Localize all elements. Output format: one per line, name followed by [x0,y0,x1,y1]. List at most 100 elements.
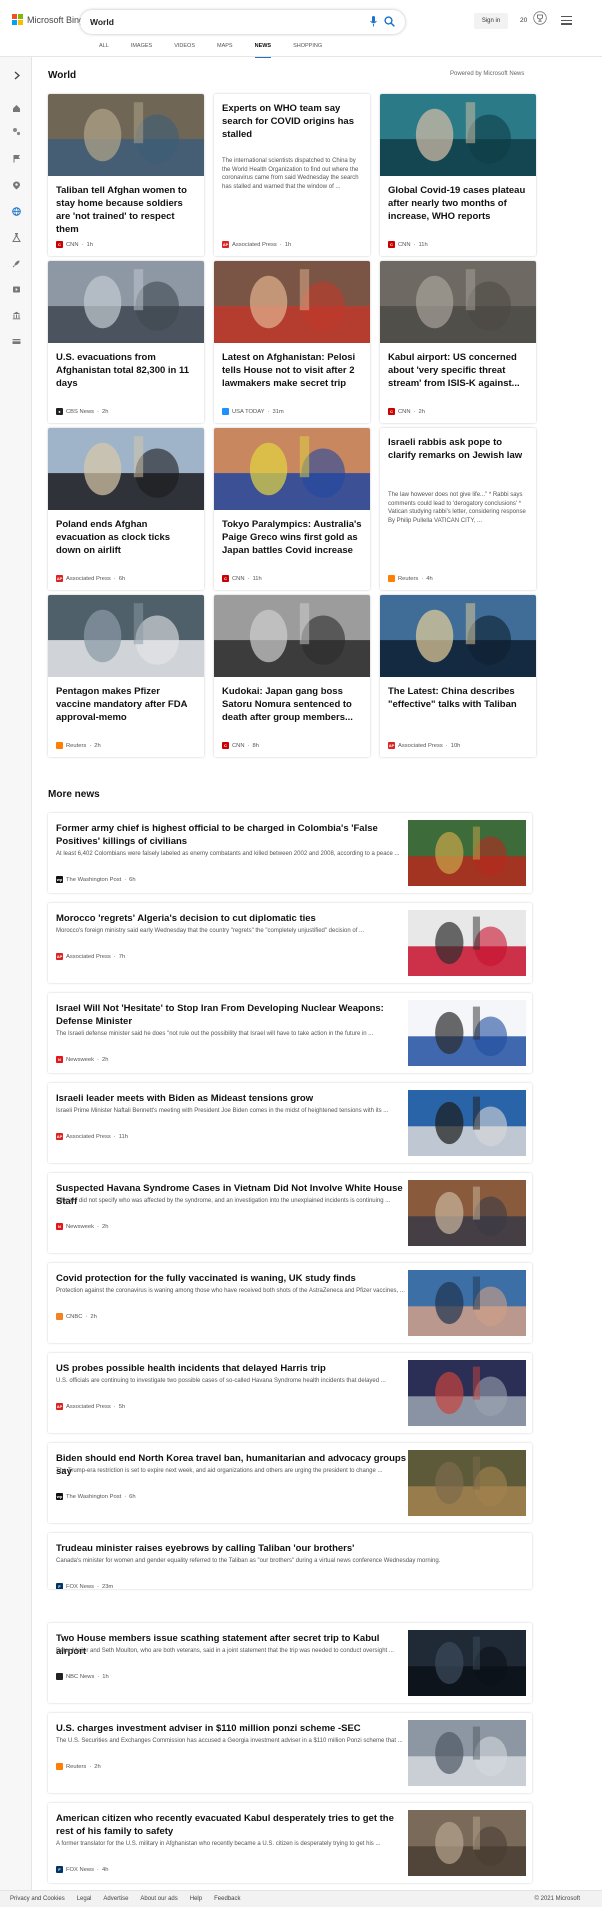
more-news-item[interactable]: American citizen who recently evacuated … [48,1803,532,1883]
news-title[interactable]: Morocco 'regrets' Algeria's decision to … [56,912,408,925]
card-image[interactable] [214,261,370,343]
science-icon[interactable] [10,231,22,243]
search-icon[interactable] [384,16,395,27]
source-name[interactable]: Reuters [66,1764,86,1770]
news-thumbnail[interactable] [408,820,526,886]
source-name[interactable]: CNN [398,242,411,248]
news-title[interactable]: US probes possible health incidents that… [56,1362,408,1375]
news-thumbnail[interactable] [408,1000,526,1066]
source-name[interactable]: CNN [232,576,245,582]
news-title[interactable]: Israel Will Not 'Hesitate' to Stop Iran … [56,1002,408,1028]
location-pin-icon[interactable] [10,179,22,191]
source-name[interactable]: FOX News [66,1867,94,1873]
source-name[interactable]: Associated Press [66,1134,111,1140]
more-news-item[interactable]: Trudeau minister raises eyebrows by call… [48,1533,532,1589]
card-title[interactable]: The Latest: China describes "effective" … [388,685,528,711]
source-name[interactable]: The Washington Post [66,1494,121,1500]
bing-logo[interactable]: Microsoft Bing [12,14,84,25]
news-card[interactable]: Global Covid-19 cases plateau after near… [380,94,536,256]
flag-icon[interactable] [10,152,22,164]
news-thumbnail[interactable] [408,1720,526,1786]
news-card[interactable]: The Latest: China describes "effective" … [380,595,536,757]
card-title[interactable]: Pentagon makes Pfizer vaccine mandatory … [56,685,196,724]
globe-icon[interactable] [10,205,22,217]
news-thumbnail[interactable] [408,1180,526,1246]
source-name[interactable]: NBC News [66,1674,94,1680]
news-title[interactable]: Covid protection for the fully vaccinate… [56,1272,408,1285]
tab-shopping[interactable]: SHOPPING [282,41,333,55]
news-card[interactable]: Latest on Afghanistan: Pelosi tells Hous… [214,261,370,423]
card-image[interactable] [380,94,536,176]
source-name[interactable]: Newsweek [66,1224,94,1230]
news-card[interactable]: Taliban tell Afghan women to stay home b… [48,94,204,256]
news-thumbnail[interactable] [408,1810,526,1876]
card-image[interactable] [48,261,204,343]
card-title[interactable]: Global Covid-19 cases plateau after near… [388,184,528,223]
news-thumbnail[interactable] [408,1450,526,1516]
news-card[interactable]: Poland ends Afghan evacuation as clock t… [48,428,204,590]
source-name[interactable]: Newsweek [66,1057,94,1063]
money-icon[interactable] [10,335,22,347]
microphone-icon[interactable] [370,16,377,27]
more-news-item[interactable]: Covid protection for the fully vaccinate… [48,1263,532,1343]
news-card[interactable]: Pentagon makes Pfizer vaccine mandatory … [48,595,204,757]
news-title[interactable]: Trudeau minister raises eyebrows by call… [56,1542,516,1555]
footer-link-feedback[interactable]: Feedback [214,1896,240,1902]
chevron-right-icon[interactable] [10,69,22,81]
source-name[interactable]: Associated Press [66,1404,111,1410]
tab-all[interactable]: ALL [88,41,120,55]
source-name[interactable]: CNBC [66,1314,82,1320]
card-title[interactable]: Latest on Afghanistan: Pelosi tells Hous… [222,351,362,390]
news-title[interactable]: Former army chief is highest official to… [56,822,408,848]
card-title[interactable]: Tokyo Paralympics: Australia's Paige Gre… [222,518,362,557]
news-card[interactable]: Kabul airport: US concerned about 'very … [380,261,536,423]
news-title[interactable]: Israeli leader meets with Biden as Midea… [56,1092,408,1105]
tab-news[interactable]: NEWS [244,41,283,58]
more-news-item[interactable]: Two House members issue scathing stateme… [48,1623,532,1703]
news-card[interactable]: Israeli rabbis ask pope to clarify remar… [380,428,536,590]
card-title[interactable]: Kabul airport: US concerned about 'very … [388,351,528,390]
rocket-icon[interactable] [10,257,22,269]
card-title[interactable]: Experts on WHO team say search for COVID… [222,102,362,141]
rewards-trophy-icon[interactable] [533,11,547,25]
footer-link-legal[interactable]: Legal [77,1896,92,1902]
more-news-item[interactable]: Biden should end North Korea travel ban,… [48,1443,532,1523]
news-thumbnail[interactable] [408,1090,526,1156]
card-title[interactable]: Taliban tell Afghan women to stay home b… [56,184,196,236]
tab-images[interactable]: IMAGES [120,41,163,55]
source-name[interactable]: Associated Press [398,743,443,749]
card-image[interactable] [48,428,204,510]
news-thumbnail[interactable] [408,910,526,976]
source-name[interactable]: Reuters [66,743,86,749]
footer-link-about-our-ads[interactable]: About our ads [140,1896,177,1902]
more-news-item[interactable]: US probes possible health incidents that… [48,1353,532,1433]
search-input[interactable] [90,14,340,30]
source-name[interactable]: USA TODAY [232,409,265,415]
hamburger-menu-icon[interactable] [561,16,572,25]
footer-link-privacy-and-cookies[interactable]: Privacy and Cookies [10,1896,65,1902]
more-news-item[interactable]: Suspected Havana Syndrome Cases in Vietn… [48,1173,532,1253]
card-image[interactable] [380,595,536,677]
source-name[interactable]: FOX News [66,1584,94,1590]
tab-videos[interactable]: VIDEOS [163,41,206,55]
source-name[interactable]: CNN [66,242,79,248]
entertainment-icon[interactable] [10,283,22,295]
news-thumbnail[interactable] [408,1630,526,1696]
footer-link-help[interactable]: Help [190,1896,202,1902]
news-title[interactable]: U.S. charges investment adviser in $110 … [56,1722,408,1735]
more-news-item[interactable]: Morocco 'regrets' Algeria's decision to … [48,903,532,983]
source-name[interactable]: CNN [232,743,245,749]
news-title[interactable]: American citizen who recently evacuated … [56,1812,408,1838]
footer-link-advertise[interactable]: Advertise [103,1896,128,1902]
news-thumbnail[interactable] [408,1270,526,1336]
source-name[interactable]: Associated Press [66,576,111,582]
card-image[interactable] [48,94,204,176]
sign-in-button[interactable]: Sign in [474,13,508,29]
source-name[interactable]: Associated Press [66,954,111,960]
bank-icon[interactable] [10,309,22,321]
card-image[interactable] [214,428,370,510]
news-thumbnail[interactable] [408,1360,526,1426]
card-image[interactable] [214,595,370,677]
card-title[interactable]: Kudokai: Japan gang boss Satoru Nomura s… [222,685,362,724]
news-card[interactable]: Tokyo Paralympics: Australia's Paige Gre… [214,428,370,590]
